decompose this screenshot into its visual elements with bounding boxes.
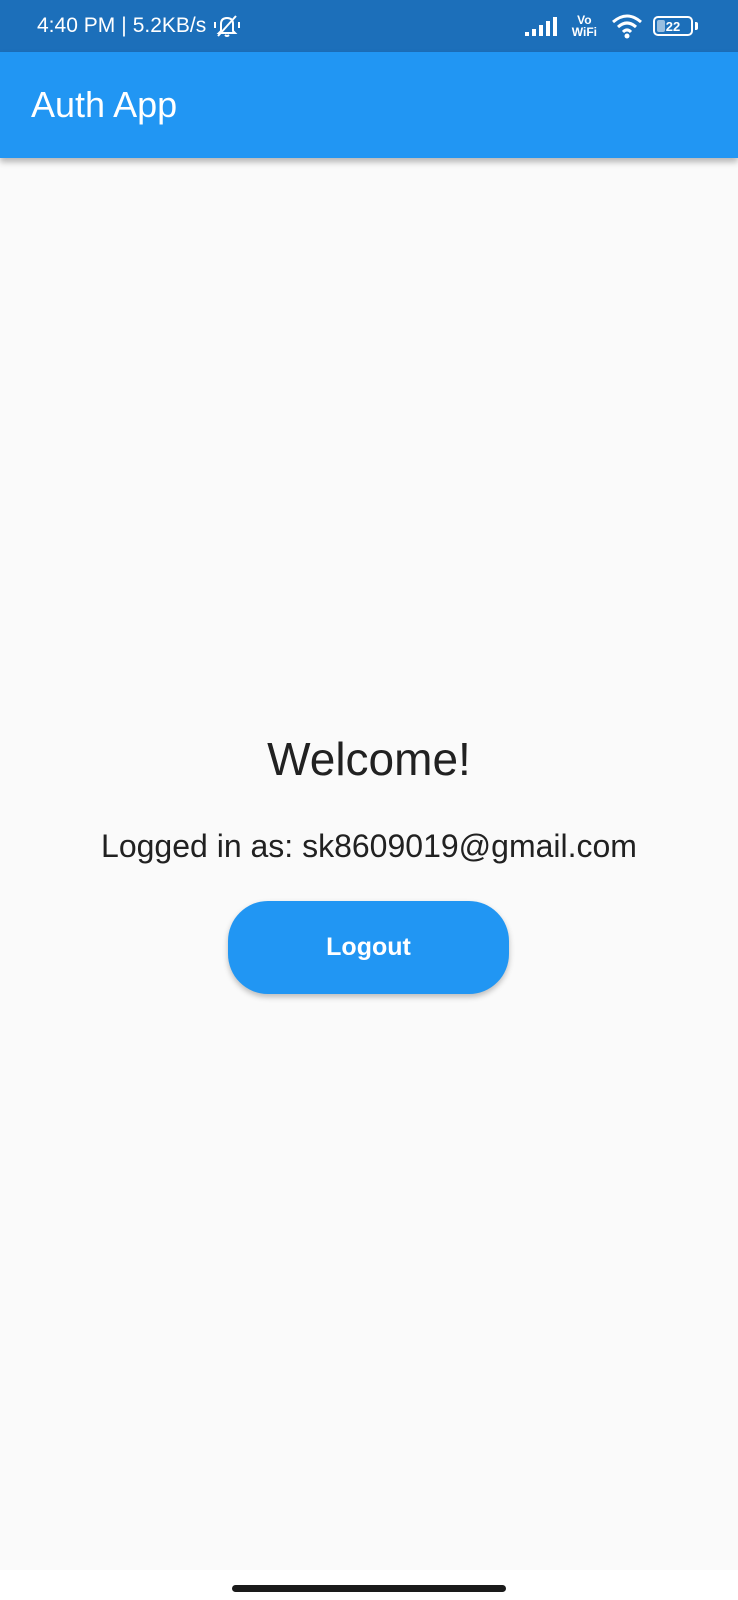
status-bar: 4:40 PM | 5.2KB/s Vo WiFi 22	[0, 0, 738, 52]
navigation-bar	[0, 1570, 738, 1600]
vowifi-bottom: WiFi	[571, 25, 597, 39]
network-speed: 5.2KB/s	[132, 14, 207, 37]
wifi-icon	[612, 14, 642, 39]
logout-button[interactable]: Logout	[228, 901, 509, 994]
screen: 4:40 PM | 5.2KB/s Vo WiFi 22 Auth App We…	[0, 0, 738, 1600]
vowifi-indicator: Vo WiFi	[572, 14, 597, 38]
battery-fill	[657, 20, 665, 32]
app-title: Auth App	[31, 84, 178, 125]
battery-level: 22	[665, 18, 681, 34]
status-separator: |	[121, 14, 127, 37]
main-content: Welcome! Logged in as: sk8609019@gmail.c…	[0, 158, 738, 1570]
app-bar: Auth App	[0, 52, 738, 158]
welcome-heading: Welcome!	[267, 733, 471, 785]
signal-icon	[524, 17, 557, 36]
status-left: 4:40 PM | 5.2KB/s	[37, 0, 242, 52]
battery-nub	[695, 22, 698, 30]
mute-icon	[214, 15, 241, 37]
status-right: Vo WiFi 22	[524, 0, 698, 52]
status-time: 4:40 PM	[37, 14, 116, 37]
logged-in-text: Logged in as: sk8609019@gmail.com	[101, 828, 637, 864]
gesture-handle[interactable]	[232, 1585, 506, 1592]
battery-icon: 22	[653, 16, 693, 36]
